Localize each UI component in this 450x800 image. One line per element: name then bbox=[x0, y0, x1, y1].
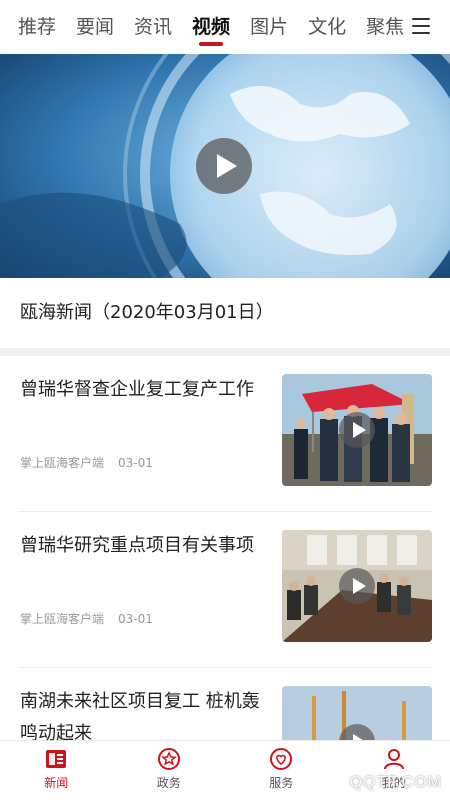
news-title: 曾瑞华督查企业复工复产工作 bbox=[20, 379, 254, 400]
tab-pictures[interactable]: 图片 bbox=[250, 0, 288, 54]
nav-government[interactable]: 政务 bbox=[113, 741, 226, 800]
tab-video[interactable]: 视频 bbox=[192, 0, 230, 54]
news-item[interactable]: 曾瑞华督查企业复工复产工作 掌上瓯海客户端 03-01 bbox=[0, 356, 450, 512]
profile-icon bbox=[383, 749, 404, 770]
category-tabs: 推荐 要闻 资讯 视频 图片 文化 聚焦 bbox=[0, 0, 450, 54]
hero-title[interactable]: 瓯海新闻（2020年03月01日） bbox=[0, 278, 450, 348]
news-item[interactable]: 曾瑞华研究重点项目有关事项 掌上瓯海客户端 03-01 bbox=[0, 512, 450, 668]
tab-focus[interactable]: 聚焦 bbox=[366, 0, 404, 54]
menu-icon[interactable] bbox=[412, 18, 430, 34]
news-date: 03-01 bbox=[118, 456, 153, 470]
service-icon bbox=[270, 748, 293, 770]
play-button[interactable] bbox=[196, 138, 252, 194]
watermark: QQTF.COM bbox=[349, 774, 442, 791]
nav-label: 新闻 bbox=[44, 776, 69, 790]
news-title: 曾瑞华研究重点项目有关事项 bbox=[20, 535, 254, 556]
section-divider bbox=[0, 348, 450, 356]
news-source: 掌上瓯海客户端 bbox=[20, 456, 105, 470]
news-source: 掌上瓯海客户端 bbox=[20, 612, 105, 626]
nav-news[interactable]: 新闻 bbox=[0, 741, 113, 800]
nav-label: 服务 bbox=[269, 776, 294, 790]
nav-service[interactable]: 服务 bbox=[225, 741, 338, 800]
government-icon bbox=[157, 748, 180, 770]
news-icon bbox=[46, 750, 67, 768]
nav-label: 政务 bbox=[156, 776, 181, 790]
news-thumbnail bbox=[282, 530, 432, 642]
tab-culture[interactable]: 文化 bbox=[308, 0, 346, 54]
news-meta: 掌上瓯海客户端 03-01 bbox=[20, 454, 153, 471]
news-thumbnail bbox=[282, 374, 432, 486]
news-date: 03-01 bbox=[118, 612, 153, 626]
tab-headlines[interactable]: 要闻 bbox=[76, 0, 114, 54]
tab-recommend[interactable]: 推荐 bbox=[18, 0, 56, 54]
tab-info[interactable]: 资讯 bbox=[134, 0, 172, 54]
news-meta: 掌上瓯海客户端 03-01 bbox=[20, 610, 153, 627]
play-icon bbox=[339, 568, 375, 604]
play-icon bbox=[339, 412, 375, 448]
hero-video[interactable] bbox=[0, 54, 450, 278]
